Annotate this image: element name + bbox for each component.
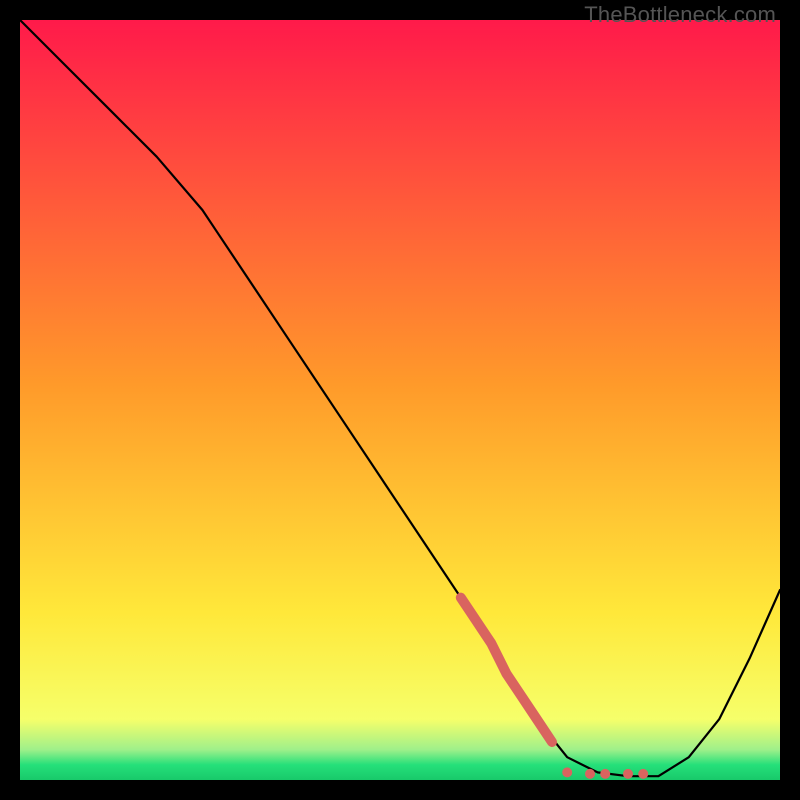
accent-dot [585,769,595,779]
accent-dot [600,769,610,779]
watermark-text: TheBottleneck.com [584,2,776,28]
accent-dot [623,769,633,779]
chart-frame [20,20,780,780]
accent-dot [638,769,648,779]
accent-dot [562,767,572,777]
chart-svg [20,20,780,780]
